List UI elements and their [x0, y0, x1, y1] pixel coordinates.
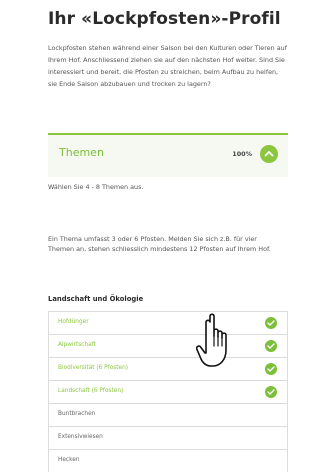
progress-percent: 100% — [232, 150, 252, 158]
section-title: Themen — [59, 146, 104, 159]
topic-item-hecken[interactable]: Hecken — [48, 450, 288, 472]
intro-text: Lockpfosten stehen während einer Saison … — [48, 44, 287, 88]
info-text: Ein Thema umfasst 3 oder 6 Pfosten. Meld… — [48, 235, 271, 254]
check-icon — [265, 363, 277, 375]
topic-list: Hofdünger Alpwirtschaft Biodiversität (6… — [48, 311, 288, 472]
themen-section-header[interactable]: Themen 100% — [48, 133, 288, 177]
selection-hint: Wählen Sie 4 - 8 Themen aus. — [48, 183, 144, 191]
page-title: Ihr «Lockpfosten»-Profil — [48, 9, 281, 29]
topic-item-extensivwiesen[interactable]: Extensivwiesen — [48, 427, 288, 450]
profile-page: Ihr «Lockpfosten»-Profil Lockpfosten ste… — [0, 0, 336, 472]
topic-label: Hecken — [58, 457, 80, 463]
topic-item-alpwirtschaft[interactable]: Alpwirtschaft — [48, 335, 288, 358]
topic-item-biodiversitaet[interactable]: Biodiversität (6 Pfosten) — [48, 358, 288, 381]
topic-label: Buntbrachen — [58, 411, 96, 417]
topic-label: Landschaft (6 Pfosten) — [58, 388, 124, 394]
topic-label: Extensivwiesen — [58, 434, 103, 440]
topic-label: Alpwirtschaft — [58, 342, 96, 348]
check-icon — [265, 317, 277, 329]
topic-item-landschaft[interactable]: Landschaft (6 Pfosten) — [48, 381, 288, 404]
check-icon — [265, 386, 277, 398]
check-icon — [265, 340, 277, 352]
topic-item-hofduenger[interactable]: Hofdünger — [48, 312, 288, 335]
topic-label: Hofdünger — [58, 319, 89, 325]
topic-label: Biodiversität (6 Pfosten) — [58, 365, 129, 371]
category-heading: Landschaft und Ökologie — [48, 295, 144, 303]
topic-item-buntbrachen[interactable]: Buntbrachen — [48, 404, 288, 427]
chevron-up-icon[interactable] — [260, 145, 278, 163]
